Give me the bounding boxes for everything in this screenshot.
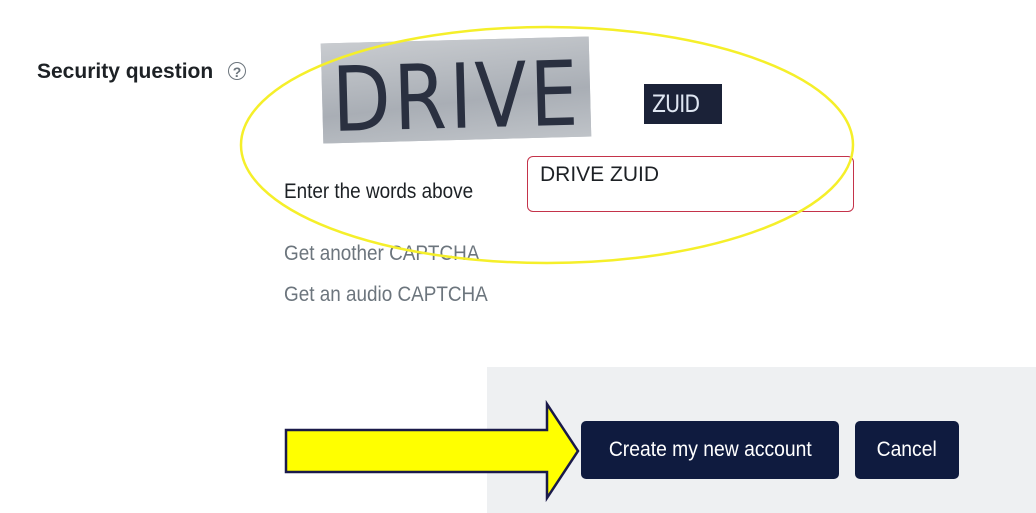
- captcha-prompt-label: Enter the words above: [284, 180, 474, 203]
- cancel-button[interactable]: Cancel: [855, 421, 959, 479]
- captcha-word-2-text: ZUID: [652, 90, 700, 118]
- create-account-button[interactable]: Create my new account: [581, 421, 839, 479]
- get-audio-captcha-link[interactable]: Get an audio CAPTCHA: [284, 283, 488, 307]
- cancel-button-label: Cancel: [876, 438, 938, 461]
- captcha-word-1-text: DRIVE: [330, 40, 583, 144]
- captcha-answer-input[interactable]: [527, 156, 854, 212]
- captcha-image-word-2: ZUID: [644, 84, 722, 124]
- captcha-image-word-1: DRIVE: [320, 36, 592, 144]
- security-question-label: Security question: [37, 60, 214, 83]
- create-account-button-label: Create my new account: [608, 438, 812, 461]
- get-another-captcha-link[interactable]: Get another CAPTCHA: [284, 242, 479, 266]
- question-circle-icon[interactable]: ?: [228, 62, 246, 80]
